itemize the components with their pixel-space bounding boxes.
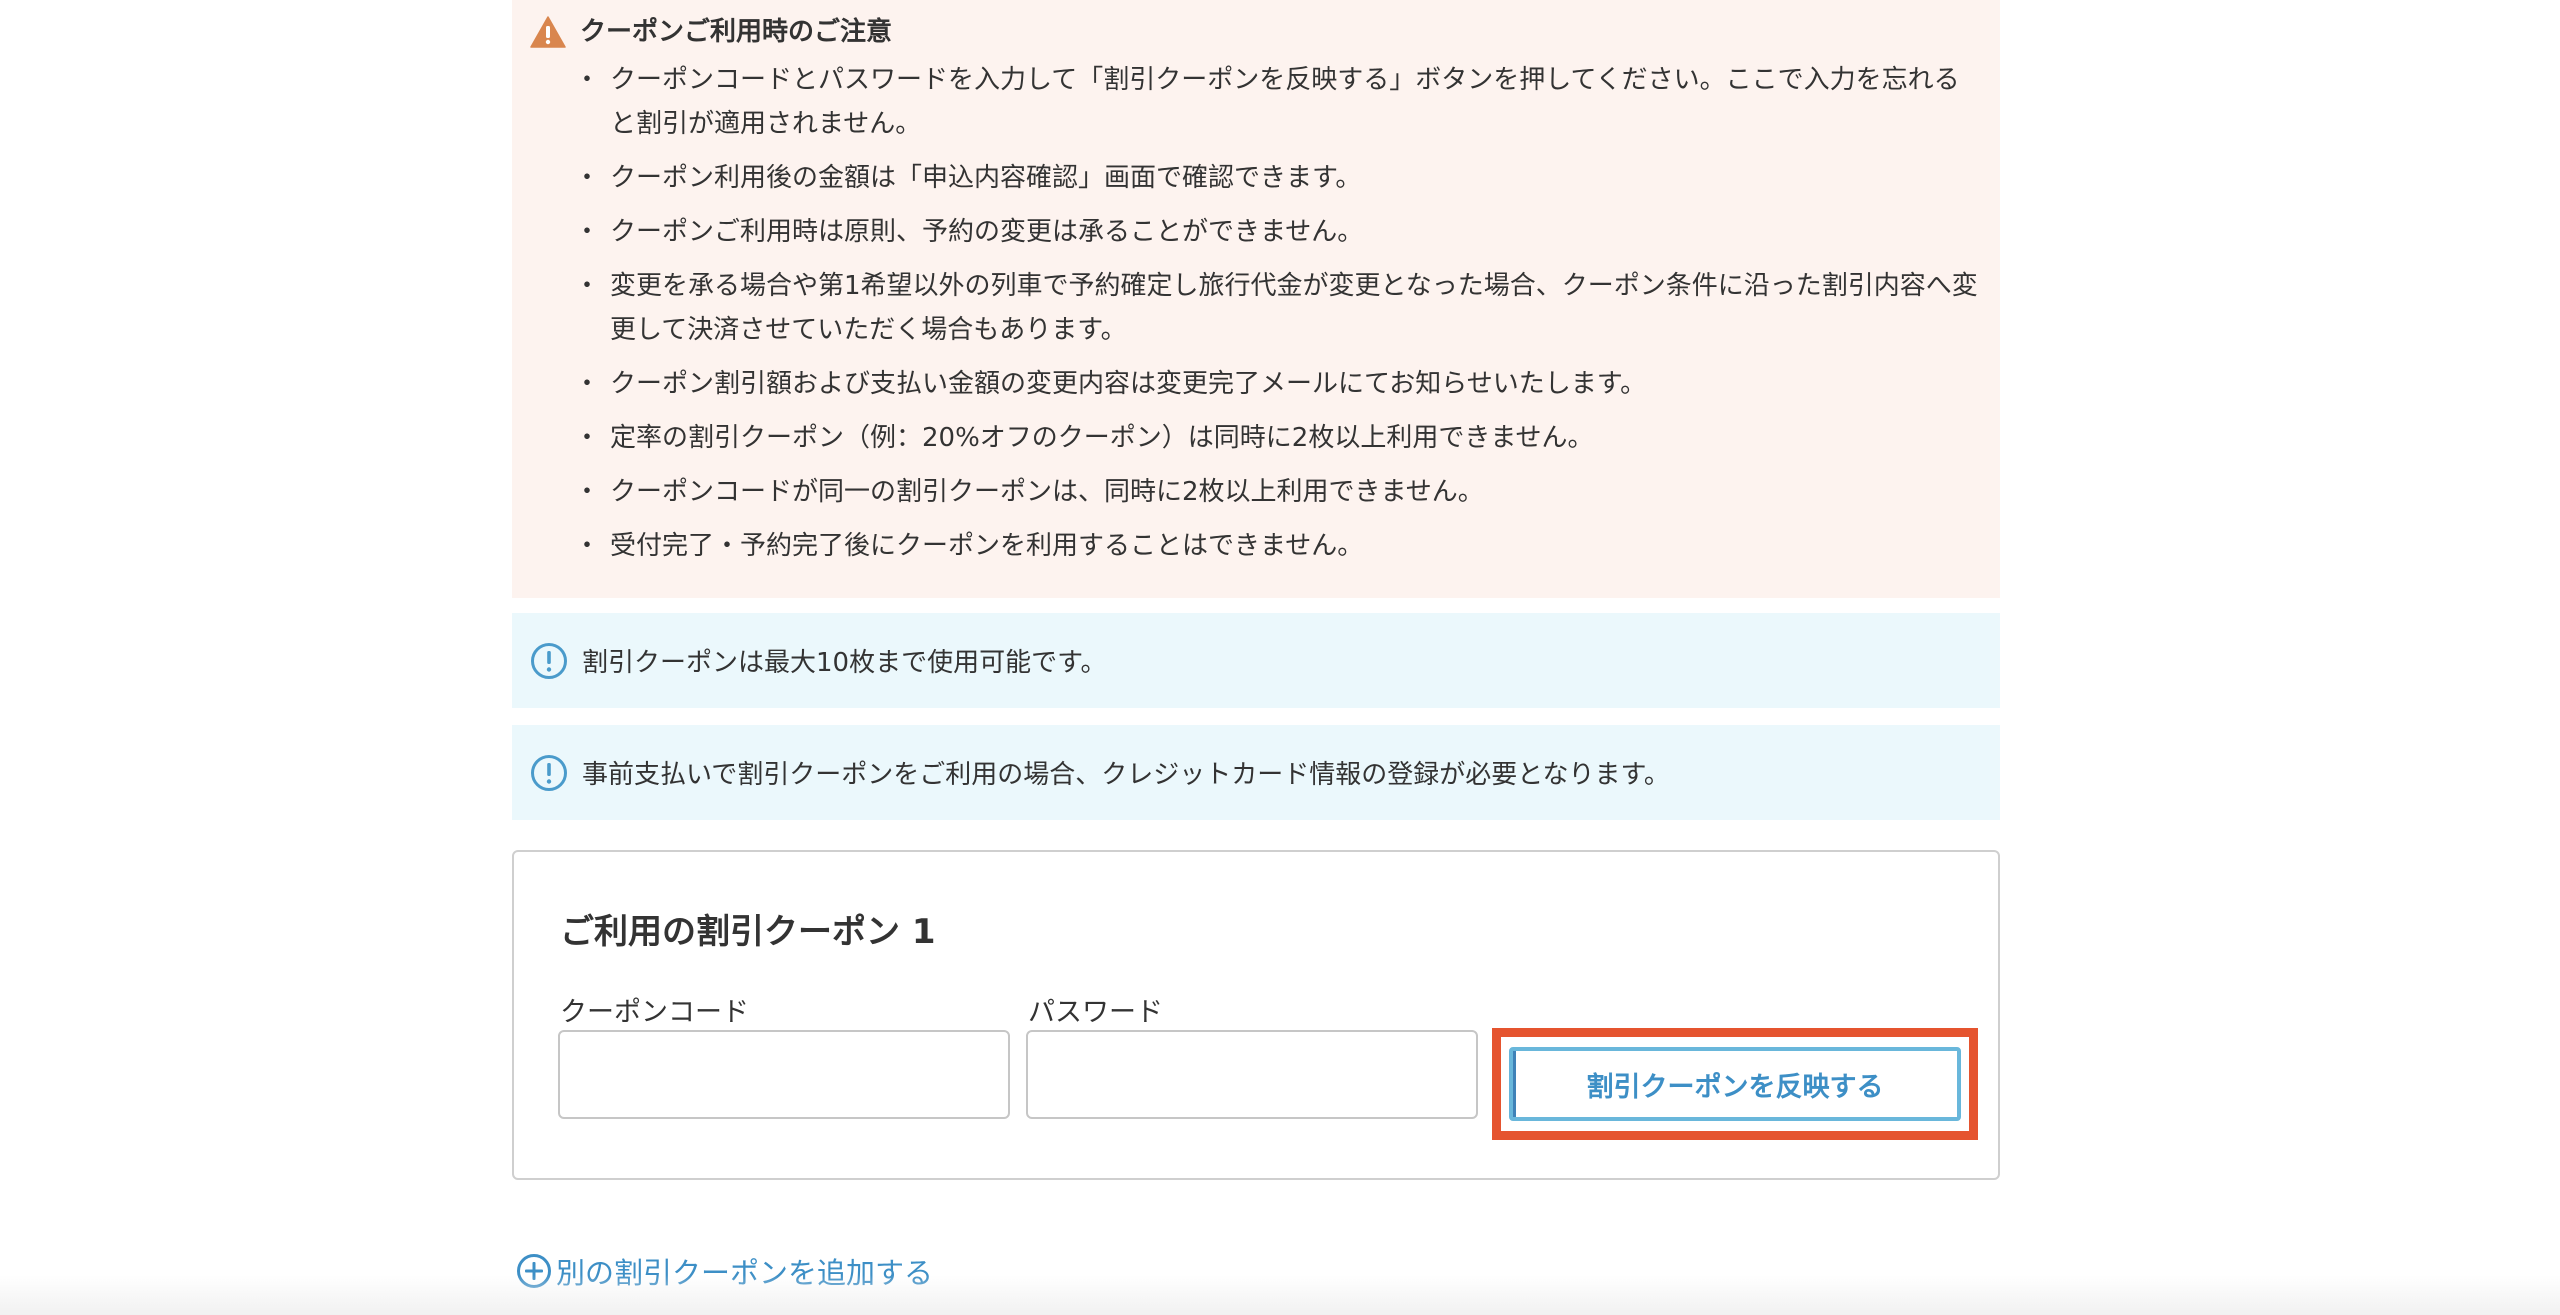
info-circle-icon [531,642,567,679]
caution-item: クーポン利用後の金額は「申込内容確認」画面で確認できます。 [574,156,1982,200]
coupon-code-label: クーポンコード [560,997,749,1028]
caution-item: クーポンご利用時は原則、予約の変更は承ることができません。 [574,210,1982,254]
info-circle-icon [531,754,567,791]
info-credit-card-text: 事前支払いで割引クーポンをご利用の場合、クレジットカード情報の登録が必要となりま… [582,760,1670,790]
add-coupon-label: 別の割引クーポンを追加する [556,1256,934,1290]
coupon-code-input[interactable] [558,1030,1010,1119]
caution-item: クーポンコードが同一の割引クーポンは、同時に2枚以上利用できません。 [574,470,1982,514]
info-credit-card: 事前支払いで割引クーポンをご利用の場合、クレジットカード情報の登録が必要となりま… [512,725,2000,820]
caution-item: 変更を承る場合や第1希望以外の列車で予約確定し旅行代金が変更となった場合、クーポ… [574,264,1982,352]
caution-item: クーポン割引額および支払い金額の変更内容は変更完了メールにてお知らせいたします。 [574,362,1982,406]
apply-coupon-button[interactable]: 割引クーポンを反映する [1509,1047,1961,1121]
warning-icon [530,16,566,48]
caution-item: 定率の割引クーポン（例：20%オフのクーポン）は同時に2枚以上利用できません。 [574,416,1982,460]
add-coupon-link[interactable]: 別の割引クーポンを追加する [516,1250,933,1292]
plus-circle-icon [517,1254,551,1288]
coupon-password-input[interactable] [1026,1030,1478,1119]
caution-header: クーポンご利用時のご注意 [530,14,892,50]
info-max-coupons-text: 割引クーポンは最大10枚まで使用可能です。 [582,648,1107,678]
page-bottom-shade [0,1275,2560,1315]
coupon-heading: ご利用の割引クーポン 1 [560,912,936,952]
caution-list: クーポンコードとパスワードを入力して「割引クーポンを反映する」ボタンを押してくだ… [574,58,1982,578]
coupon-password-label: パスワード [1028,997,1163,1028]
apply-button-highlight: 割引クーポンを反映する [1492,1028,1978,1140]
caution-item: クーポンコードとパスワードを入力して「割引クーポンを反映する」ボタンを押してくだ… [574,58,1982,146]
info-max-coupons: 割引クーポンは最大10枚まで使用可能です。 [512,613,2000,708]
caution-title: クーポンご利用時のご注意 [580,17,893,47]
coupon-caution-box: クーポンご利用時のご注意 クーポンコードとパスワードを入力して「割引クーポンを反… [512,0,2000,598]
caution-item: 受付完了・予約完了後にクーポンを利用することはできません。 [574,524,1982,568]
coupon-entry-card: ご利用の割引クーポン 1 クーポンコード パスワード 割引クーポンを反映する [512,850,2000,1180]
